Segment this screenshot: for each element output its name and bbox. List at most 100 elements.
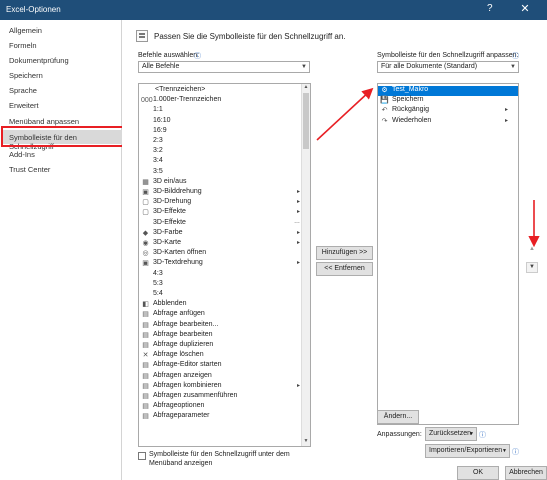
close-button[interactable]: ✕	[518, 2, 532, 15]
nav-item-trustcenter[interactable]: Trust Center	[9, 165, 50, 174]
list-item[interactable]: ▣ 3D-Textdrehung ▸	[139, 259, 310, 269]
annotation-highlight-box	[1, 126, 125, 147]
list-item[interactable]: 3:5	[139, 168, 310, 178]
list-item-label: 3:5	[153, 167, 163, 175]
list-item[interactable]: ▤ Abfrage bearbeiten...	[139, 321, 310, 331]
scroll-thumb[interactable]	[303, 93, 309, 149]
list-item[interactable]: ◉ 3D-Karte ▸	[139, 239, 310, 249]
list-item-label: 5:3	[153, 279, 163, 287]
list-item[interactable]: ▦ 3D ein/aus	[139, 178, 310, 188]
list-item[interactable]: ▤ Abfrage bearbeiten	[139, 331, 310, 341]
documents-combo-value: Für alle Dokumente (Standard)	[381, 63, 478, 70]
scroll-down-icon[interactable]: ▼	[302, 438, 310, 446]
quick-access-icon	[136, 30, 148, 42]
scroll-up-icon[interactable]: ▲	[302, 84, 310, 92]
list-item-label: Abfrageoptionen	[153, 402, 205, 410]
nav-item-sprache[interactable]: Sprache	[9, 86, 37, 95]
command-icon: ◧	[142, 301, 149, 309]
move-up-button[interactable]: ▲	[526, 246, 538, 257]
list-item-label: 3D-Textdrehung	[153, 259, 203, 267]
import-export-button[interactable]: Importieren/Exportieren ▼	[425, 444, 510, 458]
cancel-button[interactable]: Abbrechen	[505, 466, 547, 480]
list-item-label: 5:4	[153, 290, 163, 297]
list-scrollbar[interactable]: ▲ ▼	[301, 84, 310, 446]
list-item[interactable]: 💾 Speichern	[378, 96, 518, 106]
command-icon: ▤	[142, 321, 149, 329]
reset-button[interactable]: Zurücksetzen ▼	[425, 427, 477, 441]
remove-button[interactable]: << Entfernen	[316, 262, 373, 276]
command-icon	[141, 270, 150, 279]
nav-item-speichern[interactable]: Speichern	[9, 71, 43, 80]
list-item-label: Abfrage anfügen	[153, 310, 205, 318]
list-item[interactable]: <Trennzeichen>	[139, 86, 310, 96]
info-icon: ⓘ	[479, 432, 486, 439]
list-item[interactable]: 3D-Effekte …	[139, 219, 310, 229]
nav-item-allgemein[interactable]: Allgemein	[9, 26, 42, 35]
list-item-label: 3D-Karte	[153, 239, 182, 246]
ok-button[interactable]: OK	[457, 466, 499, 480]
show-below-ribbon-label-2: Menüband anzeigen	[149, 460, 213, 467]
list-item[interactable]: ⚙ Test_Makro	[378, 86, 518, 96]
commands-list[interactable]: <Trennzeichen> 000 1.000er-Trennzeichen 1:1…	[138, 83, 311, 447]
nav-item-menueband[interactable]: Menüband anpassen	[9, 117, 79, 126]
list-item-label: Abfrage löschen	[153, 351, 204, 359]
customize-qat-label: Symbolleiste für den Schnellzugriff anpa…	[377, 52, 519, 59]
command-icon: ▤	[142, 331, 149, 339]
list-item[interactable]: ▢ 3D-Effekte ▸	[139, 208, 310, 218]
submenu-indicator-icon: ▸	[296, 229, 300, 236]
list-item[interactable]: ▤ Abfrage duplizieren	[139, 341, 310, 351]
list-item[interactable]: ▤ Abfragen zusammenführen	[139, 392, 310, 402]
list-item[interactable]: 3:2	[139, 147, 310, 157]
add-button[interactable]: Hinzufügen >>	[316, 246, 373, 260]
list-item[interactable]: ▤ Abfrageoptionen	[139, 402, 310, 412]
modify-button[interactable]: Ändern...	[377, 410, 419, 424]
list-item[interactable]: ↷ Wiederholen ▸	[378, 117, 518, 127]
list-item[interactable]: ▢ 3D-Drehung ▸	[139, 198, 310, 208]
list-item[interactable]: ▤ Abfragen anzeigen	[139, 372, 310, 382]
list-item-label: Abfrage duplizieren	[153, 341, 214, 348]
list-item[interactable]: 1:1	[139, 106, 310, 116]
qat-list[interactable]: ⚙ Test_Makro 💾 Speichern ↶ Rückgängig ▸ ↷ Wieder…	[377, 83, 519, 425]
list-item[interactable]: 3:4	[139, 157, 310, 167]
help-button[interactable]: ?	[487, 3, 493, 14]
command-icon: ▦	[142, 178, 149, 186]
nav-item-erweitert[interactable]: Erweitert	[9, 101, 39, 110]
list-item-label: 3D-Bilddrehung	[153, 188, 202, 195]
documents-combo[interactable]: Für alle Dokumente (Standard) ▼	[377, 61, 519, 73]
list-item[interactable]: ◧ Abblenden	[139, 300, 310, 310]
move-down-button[interactable]: ▼	[526, 262, 538, 273]
command-icon: ▢	[142, 209, 149, 217]
nav-item-formeln[interactable]: Formeln	[9, 41, 37, 50]
command-icon: 000	[141, 97, 153, 105]
nav-item-dokumentpruefung[interactable]: Dokumentprüfung	[9, 56, 69, 65]
list-item[interactable]: 16:10	[139, 117, 310, 127]
list-item[interactable]: ▤ Abfrage-Editor starten	[139, 361, 310, 371]
submenu-indicator-icon: ▸	[296, 382, 300, 389]
list-item[interactable]: 2:3	[139, 137, 310, 147]
info-icon: ⓘ	[194, 53, 201, 60]
list-item[interactable]: ◆ 3D-Farbe ▸	[139, 229, 310, 239]
list-item[interactable]: ◎ 3D-Karten öffnen	[139, 249, 310, 259]
list-item[interactable]: ↶ Rückgängig ▸	[378, 106, 518, 116]
list-item[interactable]: 5:3	[139, 280, 310, 290]
command-icon	[141, 219, 150, 228]
list-item[interactable]: 5:4	[139, 290, 310, 300]
command-icon	[141, 127, 150, 136]
list-item[interactable]: ▤ Abfrage anfügen	[139, 310, 310, 320]
list-item-label: Abfragen kombinieren	[153, 381, 222, 389]
commands-combo[interactable]: Alle Befehle ▼	[138, 61, 310, 73]
list-item[interactable]: 4:3	[139, 270, 310, 280]
list-item[interactable]: ▤ Abfragen kombinieren ▸	[139, 382, 310, 392]
list-item[interactable]: 16:9	[139, 127, 310, 137]
command-icon: ⚙	[381, 87, 388, 94]
show-below-ribbon-checkbox[interactable]	[138, 452, 146, 460]
list-item[interactable]: ▤ Abfrageparameter	[139, 412, 310, 422]
nav-item-addins[interactable]: Add-Ins	[9, 150, 35, 159]
customizations-label: Anpassungen:	[377, 431, 422, 438]
list-item[interactable]: ▣ 3D-Bilddrehung ▸	[139, 188, 310, 198]
list-item-label: Abfragen zusammenführen	[153, 392, 238, 399]
list-item-label: 3D-Effekte	[153, 218, 186, 226]
list-item[interactable]: 000 1.000er-Trennzeichen	[139, 96, 310, 106]
submenu-indicator-icon: …	[294, 218, 300, 225]
list-item[interactable]: ✕ Abfrage löschen	[139, 351, 310, 361]
